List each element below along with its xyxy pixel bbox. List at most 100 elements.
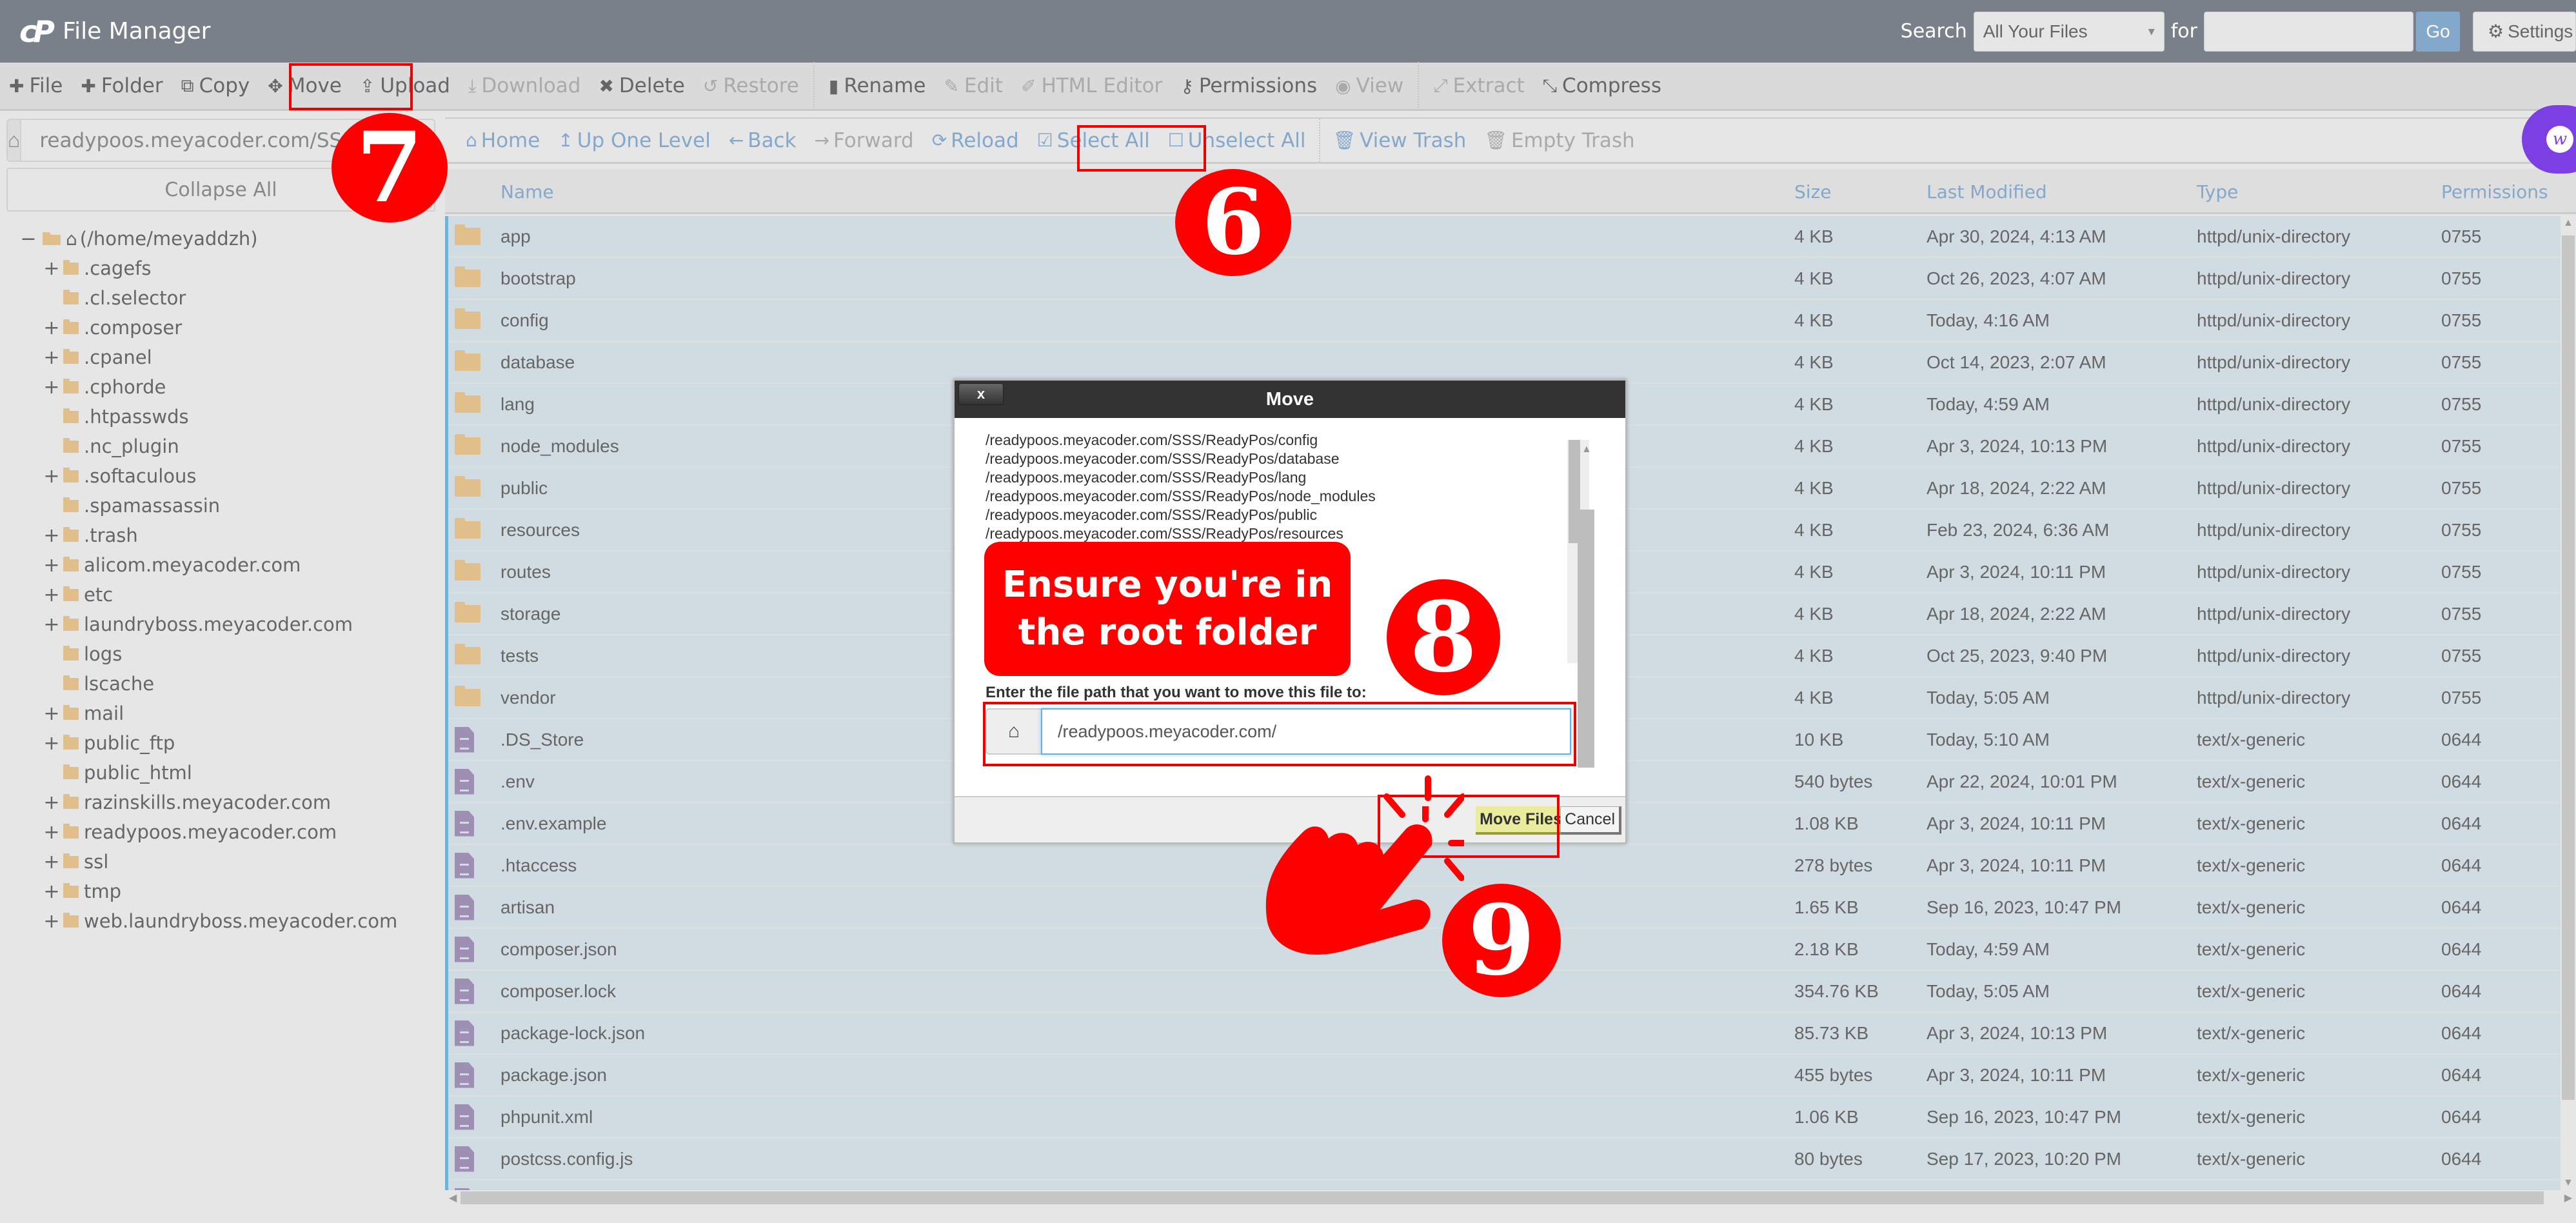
column-header-name[interactable]: Name	[500, 169, 554, 214]
tree-item[interactable]: + .cphorde	[0, 372, 445, 402]
toolbar-rename-button[interactable]: ▮ Rename	[820, 62, 935, 110]
expand-toggle-icon[interactable]: +	[43, 702, 61, 725]
nav-empty-trash-button[interactable]: 🗑 Empty Trash	[1475, 119, 1643, 162]
column-header-size[interactable]: Size	[1794, 169, 1831, 214]
scroll-up-arrow-icon[interactable]: ▲	[2563, 217, 2573, 229]
expand-toggle-icon[interactable]: +	[43, 346, 61, 369]
toolbar-download-button[interactable]: ⤓ Download	[459, 62, 590, 110]
toolbar-extract-button[interactable]: ⤢ Extract	[1424, 62, 1533, 110]
table-row[interactable]: database 4 KB Oct 14, 2023, 2:07 AM httpd/u…	[448, 342, 2561, 384]
vertical-scrollbar[interactable]: ▲ ▼	[2561, 216, 2576, 1190]
horizontal-scrollbar[interactable]: ◀ ▶	[445, 1190, 2576, 1206]
table-row[interactable]: package-lock.json 85.73 KB Apr 3, 2024, 10…	[448, 1013, 2561, 1055]
expand-toggle-icon[interactable]: +	[43, 376, 61, 399]
nav-up-one-level-button[interactable]: ↥ Up One Level	[549, 119, 720, 162]
toolbar-copy-button[interactable]: ⧉ Copy	[172, 62, 259, 110]
column-header-type[interactable]: Type	[2197, 169, 2238, 214]
tree-item[interactable]: lscache	[0, 669, 445, 699]
nav-forward-button[interactable]: → Forward	[806, 119, 923, 162]
tree-item[interactable]: + .softaculous	[0, 461, 445, 491]
tree-item[interactable]: .spamassassin	[0, 491, 445, 521]
expand-toggle-icon[interactable]: +	[43, 821, 61, 844]
tree-item-label: tmp	[84, 880, 122, 902]
table-row[interactable]: config 4 KB Today, 4:16 AM httpd/unix-direc…	[448, 300, 2561, 342]
toolbar-compress-button[interactable]: ⤡ Compress	[1534, 62, 1670, 110]
column-header-permissions[interactable]: Permissions	[2441, 169, 2548, 214]
go-button[interactable]: Go	[2416, 11, 2460, 52]
scroll-left-arrow-icon[interactable]: ◀	[449, 1191, 457, 1204]
tree-item[interactable]: logs	[0, 639, 445, 669]
tree-item[interactable]: + readypoos.meyacoder.com	[0, 817, 445, 847]
expand-toggle-icon[interactable]: +	[43, 465, 61, 488]
scrollbar-thumb[interactable]	[461, 1191, 2544, 1204]
toolbar-edit-button[interactable]: ✎ Edit	[935, 62, 1012, 110]
table-row[interactable]: bootstrap 4 KB Oct 26, 2023, 4:07 AM httpd/…	[448, 258, 2561, 300]
expand-toggle-icon[interactable]: +	[43, 910, 61, 933]
scroll-up-arrow-icon[interactable]: ▲	[1581, 444, 1592, 455]
move-files-button[interactable]: Move Files	[1476, 806, 1569, 835]
table-row[interactable]: app 4 KB Apr 30, 2024, 4:13 AM httpd/unix-d…	[448, 216, 2561, 258]
tree-item[interactable]: + laundryboss.meyacoder.com	[0, 610, 445, 639]
scroll-down-arrow-icon[interactable]: ▼	[2563, 1177, 2573, 1189]
collapse-toggle-icon[interactable]: −	[19, 228, 37, 250]
tree-item[interactable]: + mail	[0, 699, 445, 728]
expand-toggle-icon[interactable]: +	[43, 732, 61, 755]
expand-toggle-icon[interactable]: +	[43, 791, 61, 814]
search-input[interactable]	[2204, 11, 2413, 52]
tree-item[interactable]: + .cpanel	[0, 343, 445, 372]
destination-path-input[interactable]	[1041, 708, 1571, 755]
table-row[interactable]: .htaccess 278 bytes Apr 3, 2024, 10:11 PM t…	[448, 845, 2561, 887]
toolbar-permissions-button[interactable]: ⚷ Permissions	[1171, 62, 1326, 110]
expand-toggle-icon[interactable]: +	[43, 257, 61, 280]
expand-toggle-icon[interactable]: +	[43, 613, 61, 636]
scrollbar-thumb[interactable]	[2562, 235, 2575, 1100]
table-row[interactable]: package.json 455 bytes Apr 3, 2024, 10:11 …	[448, 1055, 2561, 1097]
tree-item[interactable]: + etc	[0, 580, 445, 610]
toolbar-view-button[interactable]: ◉ View	[1326, 62, 1412, 110]
dialog-scrollbar[interactable]	[1578, 510, 1594, 768]
nav-select-all-button[interactable]: ☑ Select All	[1028, 119, 1159, 162]
tree-item[interactable]: + .composer	[0, 313, 445, 343]
expand-toggle-icon[interactable]: +	[43, 554, 61, 577]
tree-item[interactable]: .cl.selector	[0, 283, 445, 313]
tree-item[interactable]: public_html	[0, 758, 445, 788]
column-header-modified[interactable]: Last Modified	[1927, 169, 2047, 214]
nav-back-button[interactable]: ← Back	[720, 119, 806, 162]
toolbar-upload-button[interactable]: ⇪ Upload	[351, 62, 459, 110]
close-button[interactable]: x	[958, 383, 1004, 405]
tree-item[interactable]: .htpasswds	[0, 402, 445, 432]
toolbar-restore-button[interactable]: ↺ Restore	[694, 62, 808, 110]
tree-item[interactable]: + public_ftp	[0, 728, 445, 758]
expand-toggle-icon[interactable]: +	[43, 584, 61, 606]
home-icon[interactable]: ⌂	[8, 120, 22, 161]
table-row[interactable]: README.md 4.08 KB Sep 16, 2023, 10:47 PM te…	[448, 1180, 2561, 1190]
tree-item[interactable]: + .trash	[0, 521, 445, 550]
expand-toggle-icon[interactable]: +	[43, 851, 61, 873]
toolbar-folder-button[interactable]: ✚ Folder	[72, 62, 172, 110]
tree-item[interactable]: + tmp	[0, 877, 445, 906]
toolbar-file-button[interactable]: ✚ File	[0, 62, 72, 110]
nav-home-button[interactable]: ⌂ Home	[457, 119, 549, 162]
expand-toggle-icon[interactable]: +	[43, 317, 61, 339]
tree-root[interactable]: − ⌂ (/home/meyaddzh)	[0, 224, 445, 254]
expand-toggle-icon[interactable]: +	[43, 880, 61, 903]
toolbar-html-editor-button[interactable]: ✐ HTML Editor	[1012, 62, 1171, 110]
cancel-button[interactable]: Cancel	[1560, 806, 1621, 835]
tree-item[interactable]: + .cagefs	[0, 254, 445, 283]
expand-toggle-icon[interactable]: +	[43, 524, 61, 547]
tree-item[interactable]: + web.laundryboss.meyacoder.com	[0, 906, 445, 936]
nav-unselect-all-button[interactable]: ☐ Unselect All	[1159, 119, 1315, 162]
tree-item[interactable]: + alicom.meyacoder.com	[0, 550, 445, 580]
tree-item[interactable]: + razinskills.meyacoder.com	[0, 788, 445, 817]
nav-reload-button[interactable]: ⟳ Reload	[923, 119, 1028, 162]
toolbar-delete-button[interactable]: ✖ Delete	[590, 62, 693, 110]
search-scope-select[interactable]: All Your Files ▾	[1973, 11, 2165, 52]
settings-button[interactable]: ⚙ Settings	[2473, 11, 2576, 52]
table-row[interactable]: phpunit.xml 1.06 KB Sep 16, 2023, 10:47 PM…	[448, 1097, 2561, 1138]
toolbar-move-button[interactable]: ✥ Move	[259, 62, 351, 110]
tree-item[interactable]: .nc_plugin	[0, 432, 445, 461]
scroll-right-arrow-icon[interactable]: ▶	[2564, 1191, 2572, 1204]
nav-view-trash-button[interactable]: 🗑 View Trash	[1324, 119, 1476, 162]
tree-item[interactable]: + ssl	[0, 847, 445, 877]
table-row[interactable]: postcss.config.js 80 bytes Sep 17, 2023, 1…	[448, 1138, 2561, 1180]
